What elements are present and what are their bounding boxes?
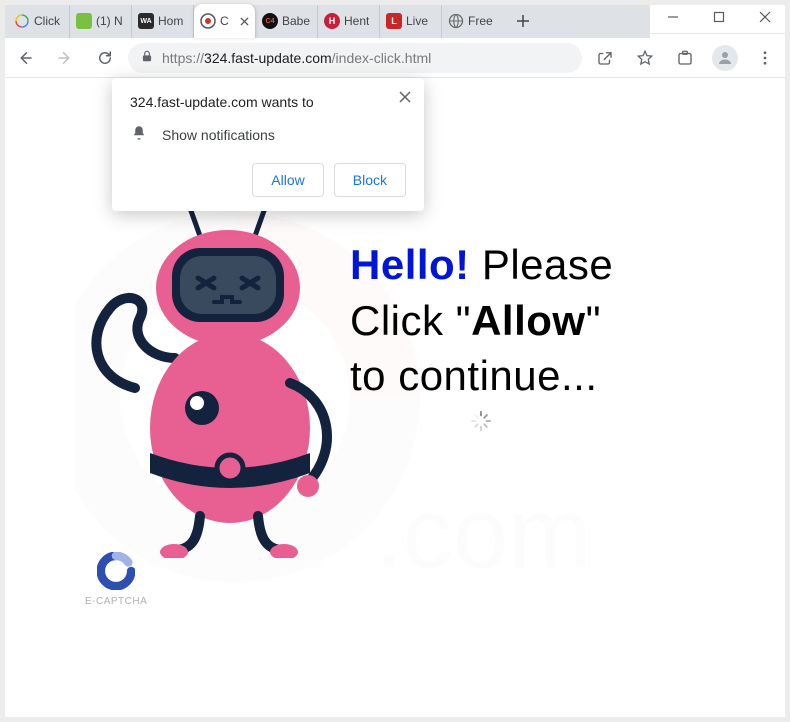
favicon-spinner-icon [14, 13, 30, 29]
tab-click[interactable]: Click [8, 4, 70, 38]
text: to continue... [350, 352, 598, 399]
tab-label: C [220, 14, 229, 28]
bookmark-button[interactable] [628, 41, 662, 75]
url-text: https://324.fast-update.com/index-click.… [162, 50, 431, 66]
reload-button[interactable] [88, 41, 122, 75]
extensions-button[interactable] [668, 41, 702, 75]
tab-label: Live [406, 14, 428, 28]
tab-label: (1) N [96, 14, 123, 28]
new-tab-button[interactable] [508, 6, 538, 36]
tab-free[interactable]: Free [442, 4, 504, 38]
menu-button[interactable] [748, 41, 782, 75]
tab-home[interactable]: WA Hom [132, 4, 194, 38]
tab-label: Click [34, 14, 60, 28]
dialog-close-button[interactable] [396, 88, 414, 106]
favicon-wa-icon: WA [138, 13, 154, 29]
tab-notifications[interactable]: (1) N [70, 4, 132, 38]
permission-origin: 324.fast-update.com wants to [130, 94, 406, 110]
address-bar[interactable]: https://324.fast-update.com/index-click.… [128, 43, 582, 73]
favicon-green-icon [76, 13, 92, 29]
bell-icon [130, 124, 148, 145]
notification-permission-dialog: 324.fast-update.com wants to Show notifi… [112, 78, 424, 211]
hello-word: Hello! [350, 241, 470, 288]
captcha-badge: E-CAPTCHA [85, 552, 147, 607]
share-button[interactable] [588, 41, 622, 75]
tab-babe[interactable]: C4 Babe [256, 4, 318, 38]
back-button[interactable] [8, 41, 42, 75]
tab-label: Hent [344, 14, 369, 28]
close-icon[interactable] [237, 14, 251, 28]
maximize-button[interactable] [696, 0, 742, 34]
profile-button[interactable] [708, 41, 742, 75]
tab-live[interactable]: L Live [380, 4, 442, 38]
text: " [586, 297, 601, 344]
tab-hent[interactable]: H Hent [318, 4, 380, 38]
tab-label: Hom [158, 14, 183, 28]
lock-icon [140, 49, 154, 66]
captcha-label: E-CAPTCHA [85, 596, 147, 607]
favicon-c4-icon: C4 [262, 13, 278, 29]
robot-illustration [80, 198, 350, 563]
avatar-icon [712, 45, 738, 71]
main-message: Hello! Please Click "Allow" to continue.… [350, 238, 770, 405]
text: Click " [350, 297, 471, 344]
browser-toolbar: https://324.fast-update.com/index-click.… [0, 38, 790, 78]
favicon-h-icon: H [324, 13, 340, 29]
permission-capability: Show notifications [162, 127, 275, 143]
block-button[interactable]: Block [334, 163, 406, 197]
captcha-logo-icon [97, 552, 135, 590]
minimize-button[interactable] [650, 0, 696, 34]
tab-label: Babe [282, 14, 310, 28]
loading-spinner-icon [470, 410, 492, 432]
close-window-button[interactable] [742, 0, 788, 34]
allow-button[interactable]: Allow [252, 163, 323, 197]
allow-word: Allow [471, 297, 586, 344]
tab-label: Free [468, 14, 493, 28]
forward-button[interactable] [48, 41, 82, 75]
favicon-globe-icon [448, 13, 464, 29]
favicon-record-icon [200, 13, 216, 29]
svg-text:.com: .com [375, 478, 592, 588]
text: Please [470, 241, 614, 288]
tab-current[interactable]: C [194, 4, 256, 38]
tab-strip: Click (1) N WA Hom C C4 Babe H Hent L Li… [0, 0, 650, 38]
favicon-l-icon: L [386, 13, 402, 29]
